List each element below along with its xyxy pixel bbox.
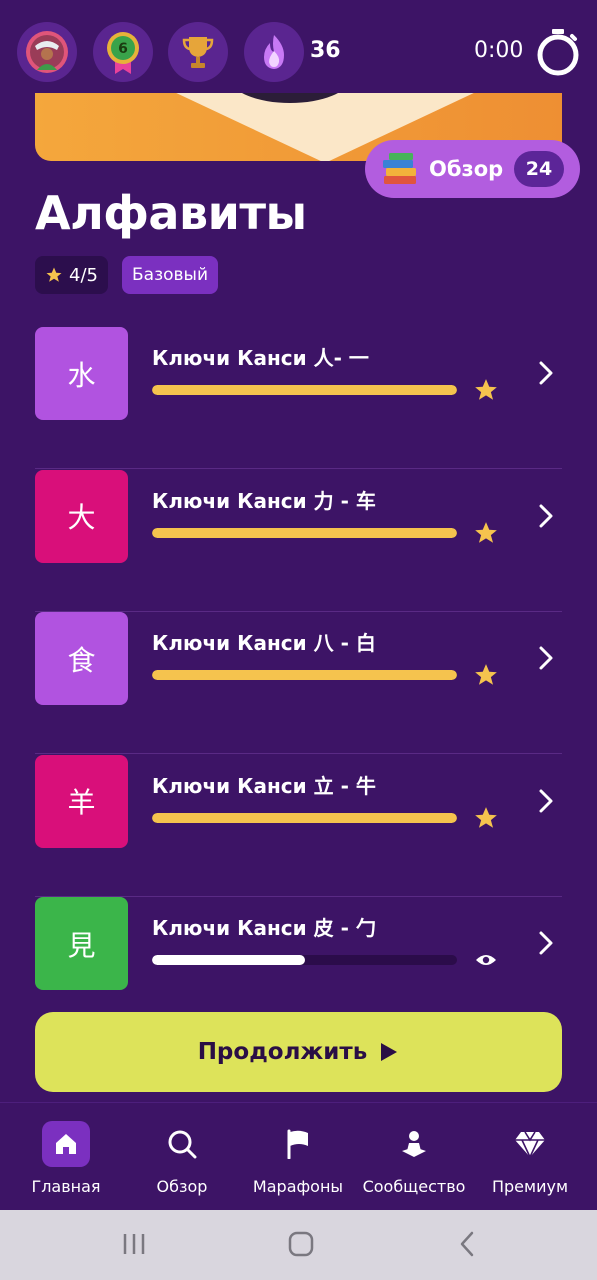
lesson-progress-fill <box>152 527 457 538</box>
nav-item-marathons[interactable]: Марафоны <box>239 1121 357 1196</box>
lesson-progress-fill <box>152 955 305 965</box>
diamond-icon <box>506 1121 554 1167</box>
avatar-image <box>26 31 68 73</box>
recent-apps-button[interactable] <box>121 1230 147 1262</box>
lesson-tile: 食 <box>35 612 128 705</box>
lesson-progress-bar <box>152 955 457 965</box>
play-icon <box>381 1043 398 1061</box>
lesson-item[interactable]: 食 Ключи Канси 八 - 白 <box>35 612 562 754</box>
stopwatch-icon[interactable] <box>535 28 581 80</box>
review-label: Обзор <box>429 157 504 181</box>
completed-star-icon <box>473 520 499 546</box>
nav-label: Премиум <box>491 1177 569 1196</box>
home-system-button[interactable] <box>287 1230 315 1262</box>
lesson-title: Ключи Канси 皮 - 勹 <box>152 916 376 940</box>
chevron-right-icon <box>535 502 557 530</box>
lesson-progress-fill <box>152 670 457 680</box>
chevron-right-icon <box>535 929 557 957</box>
trophy-icon[interactable] <box>168 22 228 82</box>
bottom-nav: Главная Обзор Марафоны Сообщество Премиу… <box>0 1102 597 1210</box>
nav-item-community[interactable]: Сообщество <box>355 1121 473 1196</box>
rating-value: 4/5 <box>69 264 98 286</box>
chevron-right-icon <box>535 644 557 672</box>
chevron-right-icon <box>535 359 557 387</box>
avatar[interactable] <box>17 22 77 82</box>
nav-label: Марафоны <box>252 1177 344 1196</box>
lesson-item[interactable]: 大 Ключи Канси 力 - 车 <box>35 469 562 612</box>
eye-icon <box>473 947 499 973</box>
continue-button[interactable]: Продолжить <box>35 1012 562 1092</box>
nav-item-premium[interactable]: Премиум <box>471 1121 589 1196</box>
nav-item-home[interactable]: Главная <box>7 1121 125 1196</box>
flag-icon <box>274 1121 322 1167</box>
lesson-progress-fill <box>152 812 457 823</box>
lesson-title: Ключи Канси 人- 一 <box>152 346 369 370</box>
lesson-item[interactable]: 羊 Ключи Канси 立 - 牛 <box>35 754 562 897</box>
continue-label: Продолжить <box>197 1039 368 1065</box>
nav-label: Главная <box>31 1177 101 1196</box>
level-badge-number: 6 <box>118 41 128 57</box>
chevron-right-icon <box>535 787 557 815</box>
lesson-title: Ключи Канси 力 - 车 <box>152 488 376 513</box>
lesson-progress-bar <box>152 670 457 680</box>
level-badge-icon[interactable]: 6 <box>93 22 153 82</box>
back-system-button[interactable] <box>456 1230 478 1262</box>
completed-star-icon <box>473 805 499 831</box>
lesson-tile: 見 <box>35 897 128 990</box>
streak-count: 36 <box>310 38 341 63</box>
lesson-title: Ключи Канси 八 - 白 <box>152 631 376 655</box>
page-title: Алфавиты <box>35 186 307 240</box>
nav-label: Обзор <box>156 1177 208 1196</box>
completed-star-icon <box>473 377 499 403</box>
top-bar: 6 36 0:00 <box>0 0 597 104</box>
rating-chip: 4/5 <box>35 256 108 294</box>
flame-icon[interactable] <box>244 22 304 82</box>
lesson-tile: 羊 <box>35 754 128 848</box>
books-icon <box>383 153 416 184</box>
search-icon <box>158 1121 206 1167</box>
review-count-badge: 24 <box>514 151 564 187</box>
completed-star-icon <box>473 662 499 688</box>
level-chip: Базовый <box>122 256 219 294</box>
lesson-progress-fill <box>152 385 457 395</box>
home-icon <box>42 1121 90 1167</box>
lesson-title: Ключи Канси 立 - 牛 <box>152 773 376 798</box>
timer-text: 0:00 <box>474 38 524 63</box>
nav-label: Сообщество <box>362 1177 466 1196</box>
lesson-progress-bar <box>152 812 457 823</box>
lesson-progress-bar <box>152 527 457 538</box>
lesson-tile: 水 <box>35 327 128 420</box>
lesson-progress-bar <box>152 385 457 395</box>
lesson-item[interactable]: 水 Ключи Канси 人- 一 <box>35 327 562 469</box>
star-icon <box>46 267 62 282</box>
review-button[interactable]: Обзор 24 <box>365 140 580 198</box>
lesson-tile: 大 <box>35 469 128 563</box>
nav-item-review[interactable]: Обзор <box>123 1121 241 1196</box>
community-icon <box>390 1121 438 1167</box>
system-nav-bar <box>0 1210 597 1280</box>
